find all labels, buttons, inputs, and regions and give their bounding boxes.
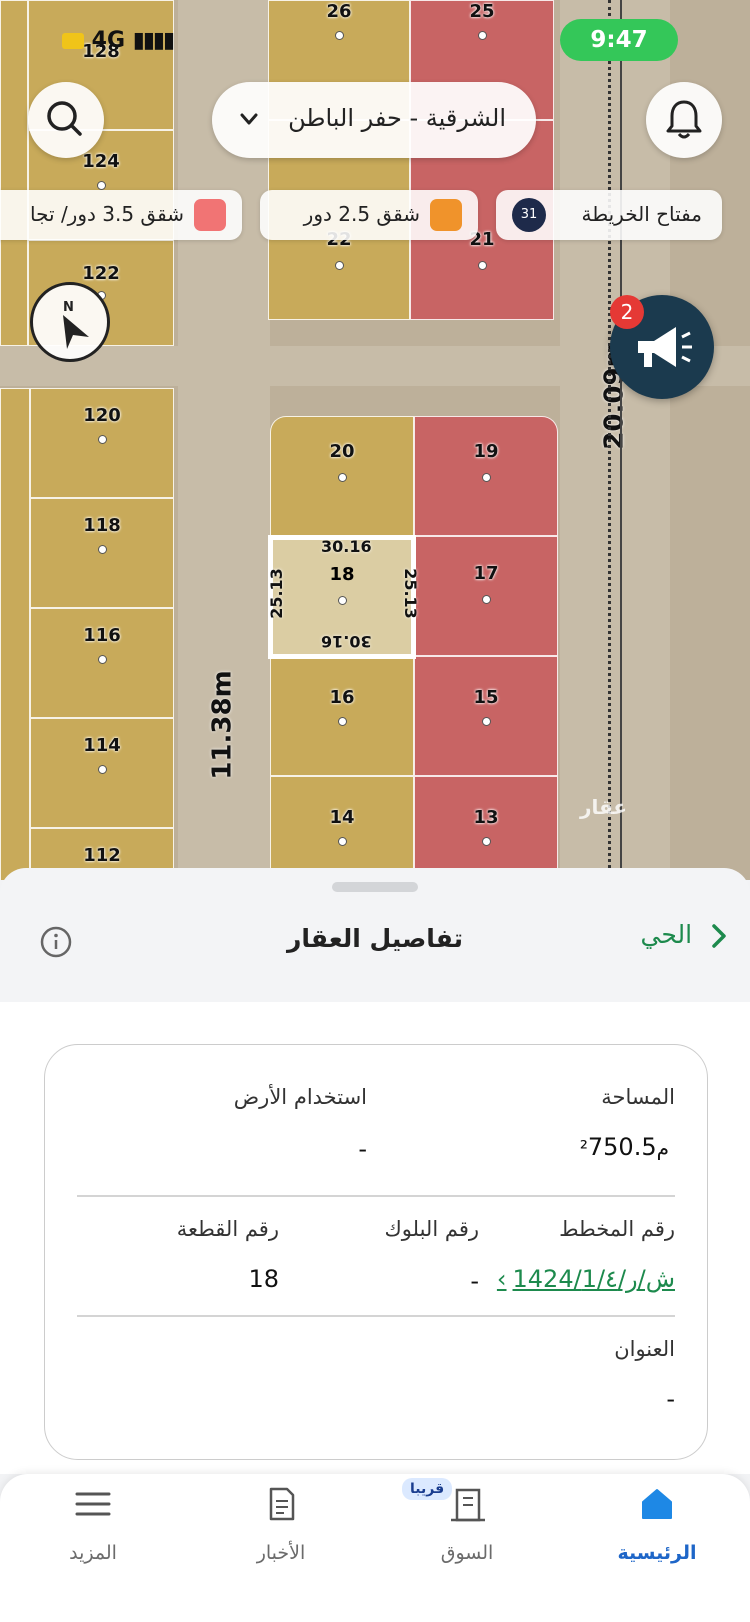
property-details-card: المساحة م²750.5 استخدام الأرض - رقم المخ… <box>44 1044 708 1460</box>
legend-count-badge: 31 <box>512 198 546 232</box>
legend-apartments-3-5[interactable]: شقق 3.5 دور/ تجا <box>0 190 242 240</box>
legend-map-key[interactable]: مفتاح الخريطة 31 <box>496 190 722 240</box>
nav-market[interactable]: قريبا السوق <box>392 1474 542 1594</box>
notifications-button[interactable] <box>646 82 722 158</box>
status-time: 9:47 <box>560 19 678 61</box>
legend-swatch <box>194 199 226 231</box>
lot[interactable]: 120 <box>30 388 174 498</box>
notification-count-badge: 2 <box>610 295 644 329</box>
divider <box>77 1315 675 1317</box>
lot[interactable]: 20 <box>270 416 414 536</box>
status-network: 4G ▮▮▮▮ <box>62 28 175 53</box>
lot[interactable]: 13 <box>414 776 558 880</box>
bottom-navigation: الرئيسية قريبا السوق الأخبار المزيد <box>0 1474 750 1622</box>
lot[interactable]: 16 <box>270 656 414 776</box>
parcel-number-label: رقم القطعة <box>176 1217 279 1241</box>
compass-icon: N <box>63 300 89 349</box>
chevron-left-icon: ‹ <box>496 1265 507 1293</box>
lot[interactable]: 19 <box>414 416 558 536</box>
battery-icon <box>62 33 84 49</box>
address-value: - <box>666 1385 675 1413</box>
boundary-line <box>608 0 611 880</box>
compass-button[interactable]: N <box>30 282 110 362</box>
block-number-label: رقم البلوك <box>384 1217 479 1241</box>
lot[interactable]: 17 <box>414 536 558 656</box>
nav-more[interactable]: المزيد <box>18 1474 168 1594</box>
lot[interactable]: 118 <box>30 498 174 608</box>
coming-soon-badge: قريبا <box>402 1478 453 1500</box>
lot[interactable]: 116 <box>30 608 174 718</box>
area-label: المساحة <box>601 1085 675 1109</box>
svg-text:N: N <box>63 300 74 315</box>
road-width-label: 11.38m <box>207 670 238 780</box>
land-use-value: - <box>358 1135 367 1163</box>
legend-swatch <box>430 199 462 231</box>
selected-lot[interactable]: 30.16 18 30.16 25.13 25.13 <box>267 535 420 659</box>
plan-number-link[interactable]: ‹ 1424/ش/ر/1/٤ <box>497 1265 675 1293</box>
search-icon <box>47 101 82 136</box>
address-label: العنوان <box>614 1337 675 1361</box>
app-watermark: عقار <box>580 795 628 819</box>
area-value: م²750.5 <box>579 1133 669 1161</box>
block-number-value: - <box>470 1267 479 1295</box>
search-button[interactable] <box>28 82 104 158</box>
signal-icon: ▮▮▮▮ <box>132 28 175 53</box>
bell-icon <box>666 100 702 139</box>
location-selector[interactable]: الشرقية - حفر الباطن <box>212 82 536 158</box>
lot <box>0 388 30 880</box>
lot[interactable]: 14 <box>270 776 414 880</box>
info-icon[interactable] <box>40 926 72 958</box>
chevron-down-icon <box>240 113 258 125</box>
land-use-label: استخدام الأرض <box>233 1085 367 1109</box>
nav-home[interactable]: الرئيسية <box>582 1474 732 1594</box>
parcel-number-value: 18 <box>248 1265 279 1293</box>
lot[interactable]: 15 <box>414 656 558 776</box>
menu-icon <box>75 1492 111 1516</box>
details-content: المساحة م²750.5 استخدام الأرض - رقم المخ… <box>0 1002 750 1474</box>
boundary-line <box>620 0 622 880</box>
home-icon <box>642 1489 672 1519</box>
announcements-button[interactable]: 2 <box>610 295 714 399</box>
lot[interactable]: 114 <box>30 718 174 828</box>
lot <box>0 0 28 346</box>
plan-number-label: رقم المخطط <box>559 1217 675 1241</box>
sheet-drag-handle[interactable] <box>332 882 418 892</box>
nav-news[interactable]: الأخبار <box>206 1474 356 1594</box>
legend-apartments-2-5[interactable]: شقق 2.5 دور <box>260 190 478 240</box>
news-icon <box>269 1487 295 1521</box>
page-title: تفاصيل العقار <box>287 924 463 953</box>
building-icon <box>451 1488 485 1522</box>
divider <box>77 1195 675 1197</box>
details-sheet-header: الحي تفاصيل العقار <box>0 868 750 1002</box>
